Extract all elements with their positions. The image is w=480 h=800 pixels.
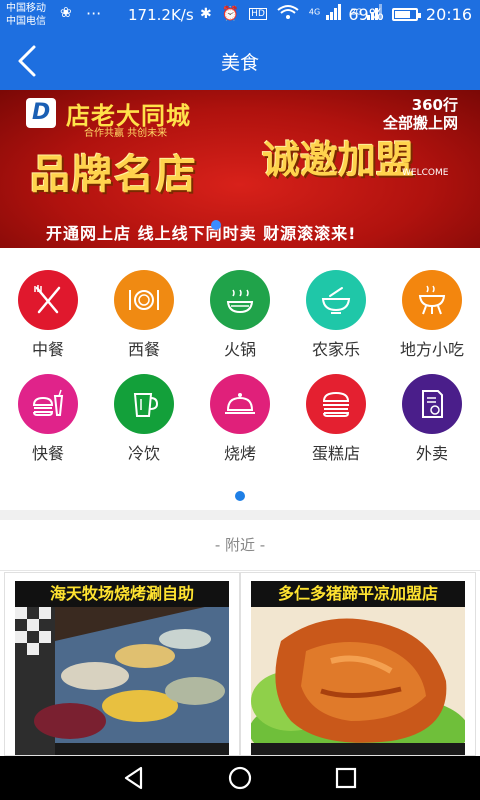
category-takeout[interactable]: 外卖	[384, 374, 480, 464]
banner-headline-right: 诚邀加盟	[262, 138, 415, 182]
shop-card[interactable]: 多仁多猪蹄平凉加盟店	[240, 572, 476, 756]
cup-icon	[133, 393, 159, 417]
banner-badge: 360行 全部搬上网	[383, 96, 458, 132]
category-label: 地方小吃	[399, 340, 464, 359]
hotpot-icon	[226, 289, 254, 314]
carrier-1: 中国移动	[6, 3, 46, 14]
buffet-photo	[15, 581, 229, 755]
battery-percent: 69%	[348, 5, 384, 24]
cake-icon	[322, 391, 350, 417]
pork-trotter-photo	[251, 581, 465, 755]
signal-1-tag: 4G	[308, 7, 321, 17]
wifi-icon	[277, 4, 299, 24]
battery-fill	[394, 11, 411, 18]
circle-home-icon	[228, 766, 252, 790]
banner-welcome: WELCOME	[402, 168, 449, 178]
category-icon-bg	[114, 374, 174, 434]
nav-home-button[interactable]	[220, 764, 260, 792]
category-label: 中餐	[31, 340, 64, 359]
status-bar: 中国移动 中国电信 ❀ ··· 171.2K/s ✱ ⏰ HD 4G 2G 69…	[0, 0, 480, 30]
carrier-2: 中国电信	[6, 16, 46, 27]
plate-icon	[129, 290, 159, 310]
category-hotpot[interactable]: 火锅	[192, 270, 288, 360]
notification-icon: ❀	[60, 5, 72, 21]
category-icon-bg	[210, 374, 270, 434]
category-page-indicator[interactable]	[235, 491, 245, 501]
fork-knife-icon	[34, 285, 61, 314]
cloche-icon	[225, 393, 255, 414]
banner-page-indicator[interactable]	[211, 220, 221, 230]
carrier-info: 中国移动 中国电信	[6, 2, 46, 28]
category-label: 蛋糕店	[311, 444, 360, 463]
battery-icon	[391, 8, 421, 21]
menu-icon	[422, 390, 443, 418]
page-title: 美食	[220, 52, 259, 74]
brand-logo	[26, 98, 56, 128]
system-nav-bar	[0, 756, 480, 800]
banner-badge-line1: 360行	[411, 96, 458, 114]
category-icon-bg	[18, 270, 78, 330]
category-local-snacks[interactable]: 地方小吃	[384, 270, 480, 360]
alarm-icon: ⏰	[221, 6, 240, 22]
status-right: 69% 20:16	[348, 5, 472, 24]
nearby-divider	[0, 570, 480, 571]
burger-drink-icon	[32, 389, 64, 416]
category-label: 快餐	[31, 444, 64, 463]
square-recents-icon	[335, 767, 357, 789]
banner-headline-left: 品牌名店	[30, 152, 198, 198]
category-icon-bg	[306, 270, 366, 330]
shop-name: 多仁多猪蹄平凉加盟店	[251, 581, 465, 607]
category-cake[interactable]: 蛋糕店	[288, 374, 384, 464]
category-icon-bg	[402, 270, 462, 330]
triangle-back-icon	[124, 766, 143, 790]
nav-bar: 美食	[0, 30, 480, 90]
category-icon-bg	[18, 374, 78, 434]
banner-slogan: 合作共赢 共创未来	[84, 128, 168, 139]
promo-banner[interactable]: 店老大同城 合作共赢 共创未来 360行 全部搬上网 品牌名店 诚邀加盟 WEL…	[0, 90, 480, 248]
grill-icon	[418, 285, 446, 315]
banner-badge-line2: 全部搬上网	[382, 114, 458, 132]
overflow-dots: ···	[86, 4, 102, 23]
nearby-header: - 附近 -	[214, 536, 266, 554]
category-label: 烧烤	[223, 444, 256, 463]
nav-back-button[interactable]	[114, 764, 154, 792]
shop-card[interactable]: 海天牧场烧烤涮自助	[4, 572, 240, 756]
category-farmhouse[interactable]: 农家乐	[288, 270, 384, 360]
category-fastfood[interactable]: 快餐	[0, 374, 96, 464]
hd-icon: HD	[249, 8, 267, 20]
category-icon-bg	[114, 270, 174, 330]
category-cold-drinks[interactable]: 冷饮	[96, 374, 192, 464]
network-speed: 171.2K/s	[128, 6, 194, 24]
banner-tagline: 开通网上店 线上线下同时卖 财源滚滚来!	[46, 224, 357, 243]
category-label: 火锅	[223, 340, 256, 359]
category-icon-bg	[402, 374, 462, 434]
category-bbq[interactable]: 烧烤	[192, 374, 288, 464]
category-chinese[interactable]: 中餐	[0, 270, 96, 360]
shop-image: 海天牧场烧烤涮自助	[15, 581, 229, 755]
category-label: 西餐	[127, 340, 160, 359]
category-icon-bg	[210, 270, 270, 330]
shop-name: 海天牧场烧烤涮自助	[15, 581, 229, 607]
bluetooth-icon: ✱	[200, 6, 212, 22]
shop-image: 多仁多猪蹄平凉加盟店	[251, 581, 465, 755]
category-label: 冷饮	[127, 444, 160, 463]
bowl-icon	[321, 287, 351, 314]
category-western[interactable]: 西餐	[96, 270, 192, 360]
nav-recents-button[interactable]	[326, 764, 366, 792]
category-label: 农家乐	[311, 340, 360, 359]
category-label: 外卖	[415, 444, 448, 463]
section-divider	[0, 510, 480, 520]
category-icon-bg	[306, 374, 366, 434]
clock: 20:16	[425, 5, 472, 24]
signal-1-icon: 4G	[309, 4, 341, 24]
